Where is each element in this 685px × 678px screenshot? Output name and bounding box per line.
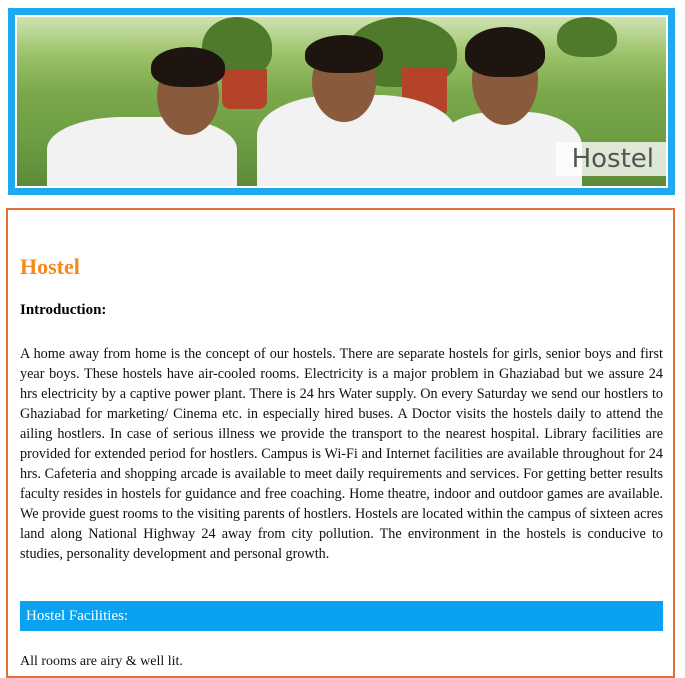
content-panel: Hostel Introduction: A home away from ho… bbox=[6, 208, 675, 678]
banner-photo: Hostel bbox=[17, 17, 666, 186]
person-left-shirt bbox=[47, 117, 237, 186]
person-middle-hair bbox=[305, 35, 383, 73]
intro-heading: Introduction: bbox=[20, 302, 107, 318]
person-right-hair bbox=[465, 27, 545, 77]
banner-inner: Hostel bbox=[15, 15, 668, 188]
banner-frame: Hostel bbox=[8, 8, 675, 195]
facilities-heading: Hostel Facilities: bbox=[20, 601, 663, 631]
intro-body: A home away from home is the concept of … bbox=[20, 346, 663, 562]
plant-shape bbox=[557, 17, 617, 57]
banner-caption: Hostel bbox=[571, 144, 654, 174]
person-left-hair bbox=[151, 47, 225, 87]
pot-shape bbox=[222, 69, 267, 109]
page-title: Hostel bbox=[20, 254, 80, 279]
facility-item: All rooms are airy & well lit. bbox=[20, 654, 183, 669]
